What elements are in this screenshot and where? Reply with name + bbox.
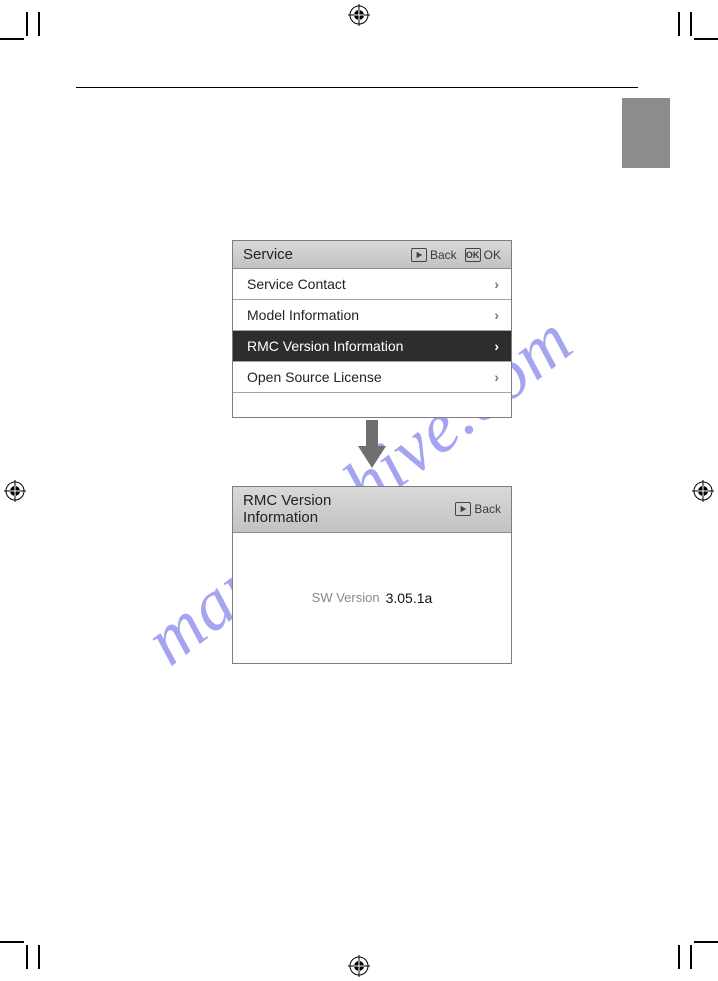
service-menu-screen: Service Back OK OK Service Contact › Mod… <box>232 240 512 418</box>
chevron-right-icon: › <box>494 338 499 354</box>
back-label: Back <box>430 248 457 262</box>
ok-icon: OK <box>465 248 481 262</box>
crop-mark <box>26 12 28 36</box>
ok-hint: OK OK <box>465 248 501 262</box>
screen-body: SW Version 3.05.1a <box>233 533 511 663</box>
crop-mark <box>694 941 718 943</box>
menu-item-open-source-license[interactable]: Open Source License › <box>233 362 511 393</box>
page-top-rule <box>76 87 638 88</box>
chevron-right-icon: › <box>494 276 499 292</box>
back-hint: Back <box>411 248 457 262</box>
crop-mark <box>678 12 680 36</box>
menu-item-model-information[interactable]: Model Information › <box>233 300 511 331</box>
crop-mark <box>0 38 24 40</box>
back-icon <box>455 502 471 516</box>
rmc-version-screen: RMC Version Information Back SW Version … <box>232 486 512 664</box>
registration-mark-icon <box>4 480 26 502</box>
back-icon <box>411 248 427 262</box>
menu-item-service-contact[interactable]: Service Contact › <box>233 269 511 300</box>
page-side-tab <box>622 98 670 168</box>
back-hint: Back <box>455 502 501 516</box>
down-arrow-icon <box>355 418 389 472</box>
crop-mark <box>0 941 24 943</box>
screen-header: Service Back OK OK <box>233 241 511 269</box>
crop-mark <box>38 945 40 969</box>
crop-mark <box>694 38 718 40</box>
screen-header: RMC Version Information Back <box>233 487 511 533</box>
menu-item-label: Open Source License <box>247 369 382 385</box>
chevron-right-icon: › <box>494 307 499 323</box>
sw-version-label: SW Version <box>312 590 380 605</box>
ok-label: OK <box>484 248 501 262</box>
menu-item-label: RMC Version Information <box>247 338 403 354</box>
screen-title: Service <box>243 246 293 263</box>
chevron-right-icon: › <box>494 369 499 385</box>
screen-title: RMC Version Information <box>243 492 331 527</box>
menu-blank-row <box>233 393 511 417</box>
back-label: Back <box>474 502 501 516</box>
sw-version-value: 3.05.1a <box>386 590 433 606</box>
menu-item-label: Service Contact <box>247 276 346 292</box>
registration-mark-icon <box>348 955 370 977</box>
screen-header-actions: Back <box>455 502 501 516</box>
menu-item-rmc-version-information[interactable]: RMC Version Information › <box>233 331 511 362</box>
menu-item-label: Model Information <box>247 307 359 323</box>
crop-mark <box>38 12 40 36</box>
crop-mark <box>690 12 692 36</box>
screen-header-actions: Back OK OK <box>411 248 501 262</box>
registration-mark-icon <box>348 4 370 26</box>
crop-mark <box>678 945 680 969</box>
registration-mark-icon <box>692 480 714 502</box>
crop-mark <box>690 945 692 969</box>
crop-mark <box>26 945 28 969</box>
